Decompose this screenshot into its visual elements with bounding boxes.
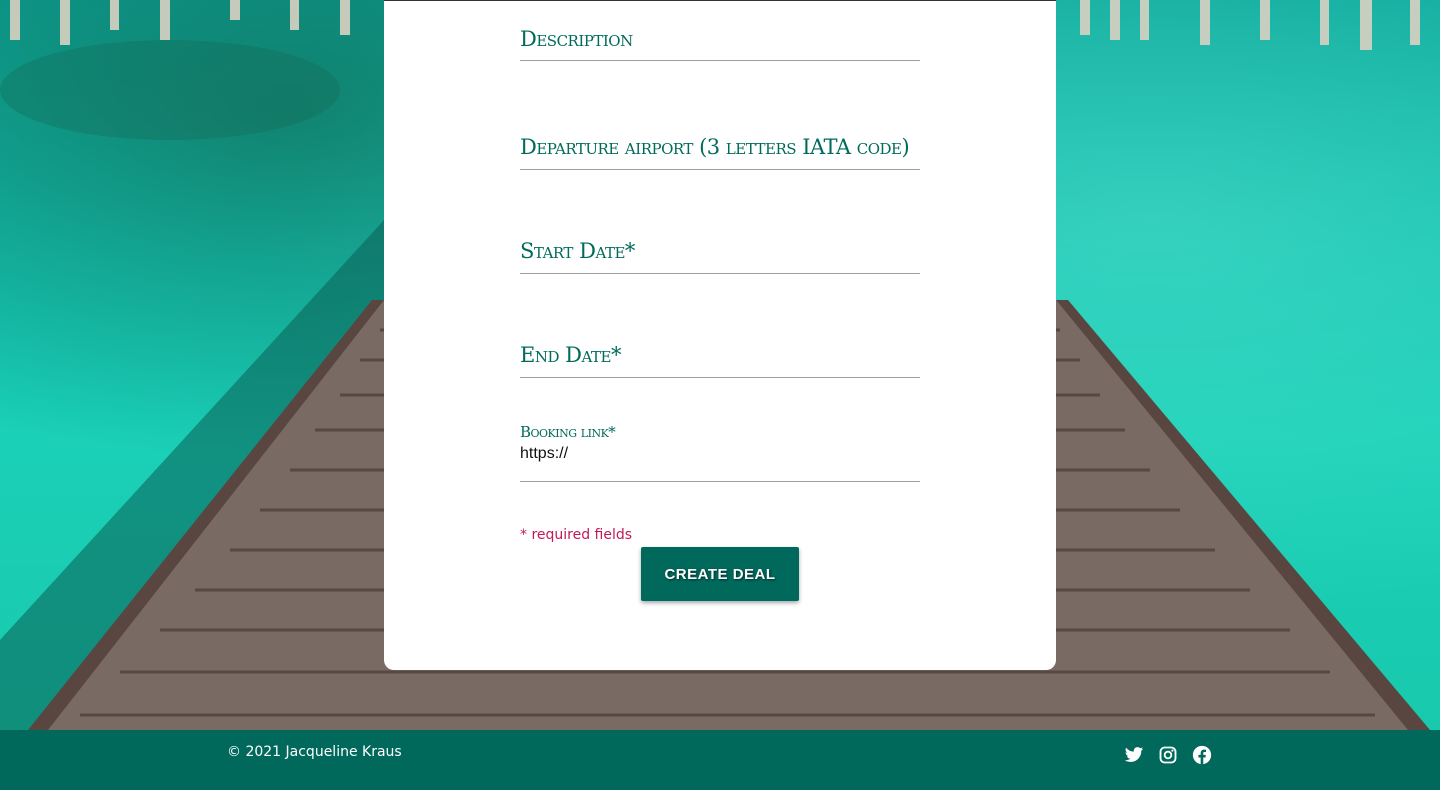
- end-date-label: End Date*: [520, 343, 621, 367]
- departure-airport-label: Departure airport (3 letters IATA code): [520, 135, 910, 159]
- start-date-label: Start Date*: [520, 239, 635, 263]
- departure-airport-field[interactable]: Departure airport (3 letters IATA code): [520, 135, 920, 170]
- twitter-icon[interactable]: [1124, 745, 1144, 765]
- instagram-icon[interactable]: [1158, 745, 1178, 765]
- booking-link-label: Booking link*: [520, 423, 616, 441]
- booking-link-field[interactable]: Booking link* https://: [520, 423, 920, 482]
- description-field[interactable]: Description: [520, 27, 920, 61]
- create-deal-button[interactable]: CREATE DEAL: [641, 547, 799, 601]
- description-label: Description: [520, 27, 633, 51]
- social-links: [1124, 745, 1212, 765]
- start-date-field[interactable]: Start Date*: [520, 239, 920, 274]
- footer: © 2021 Jacqueline Kraus: [0, 730, 1440, 790]
- booking-link-value[interactable]: https://: [520, 445, 920, 475]
- facebook-icon[interactable]: [1192, 745, 1212, 765]
- copyright-text: © 2021 Jacqueline Kraus: [227, 744, 402, 760]
- required-fields-note: * required fields: [520, 527, 633, 543]
- end-date-field[interactable]: End Date*: [520, 343, 920, 378]
- create-deal-form: Description Departure airport (3 letters…: [384, 0, 1056, 670]
